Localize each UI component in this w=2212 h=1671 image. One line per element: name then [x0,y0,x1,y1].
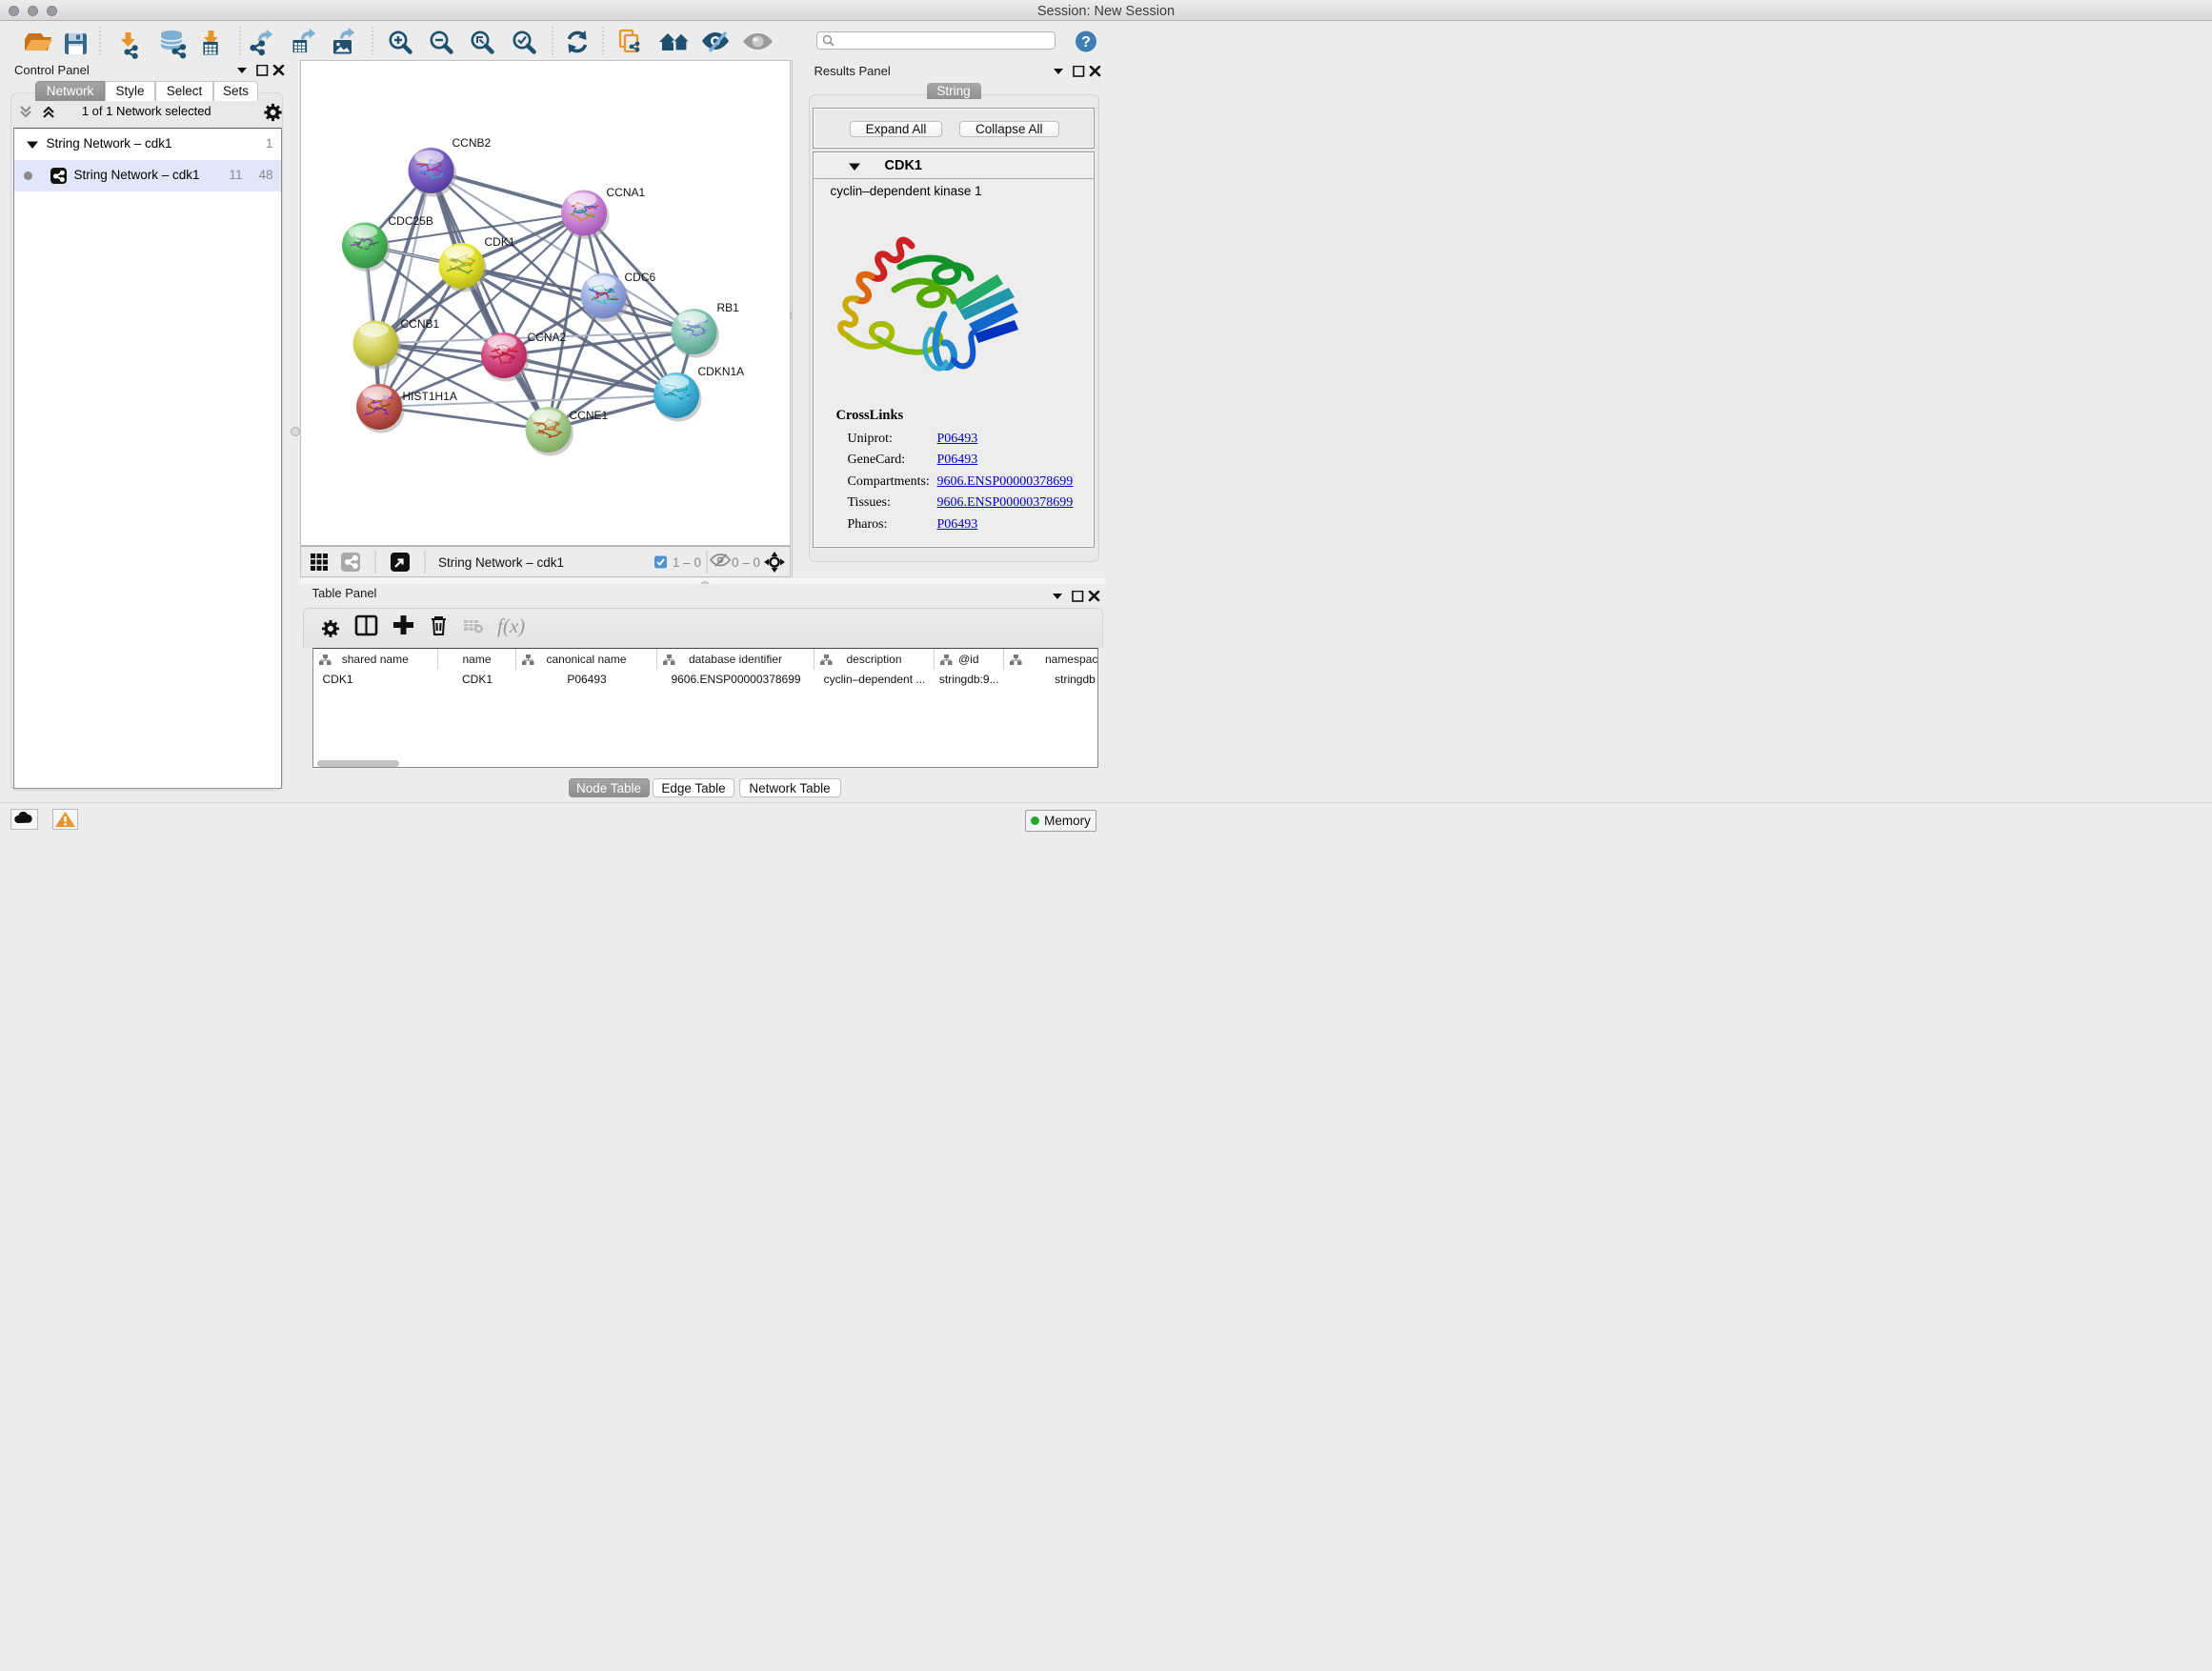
svg-text:f(x): f(x) [497,614,525,637]
svg-text:HIST1H1A: HIST1H1A [402,390,456,403]
svg-text:RB1: RB1 [716,301,739,314]
svg-text:CCNB2: CCNB2 [452,136,491,150]
svg-text:CDK1: CDK1 [484,235,514,249]
svg-text:?: ? [1081,34,1091,50]
svg-text:0 – 0: 0 – 0 [732,555,760,570]
svg-text:CCNE1: CCNE1 [569,409,608,422]
svg-text:CDKN1A: CDKN1A [697,365,744,378]
svg-text:String Network – cdk1: String Network – cdk1 [438,555,564,570]
svg-text:CDC6: CDC6 [624,271,655,284]
svg-text:CCNA1: CCNA1 [606,186,645,199]
svg-text:CDC25B: CDC25B [388,214,432,228]
svg-text:CCNB1: CCNB1 [400,317,439,331]
svg-text:CCNA2: CCNA2 [527,331,566,344]
svg-text:1 – 0: 1 – 0 [673,555,701,570]
